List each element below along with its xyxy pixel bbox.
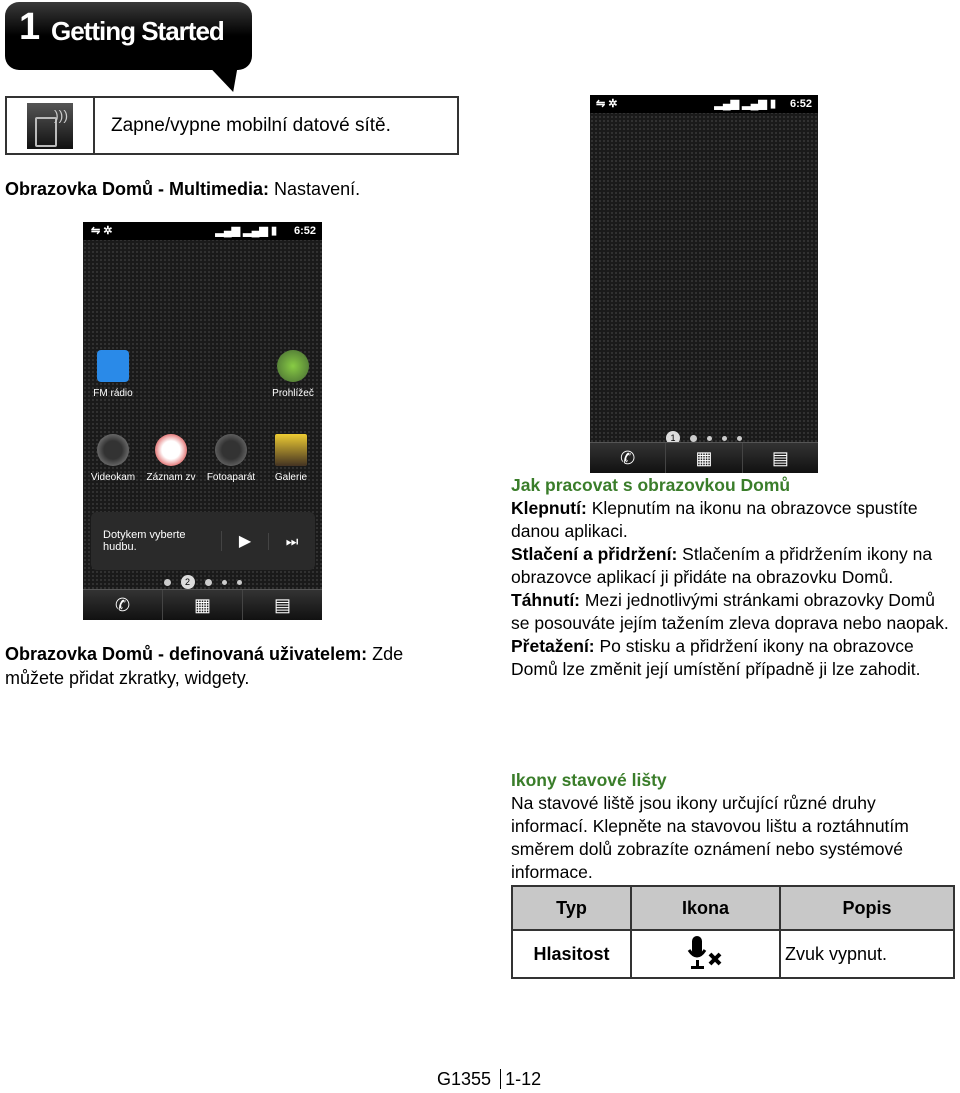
term: Stlačení a přidržení: (511, 544, 678, 564)
apps-grid-icon[interactable]: ▦ (666, 443, 743, 473)
section-heading: Ikony stavové lišty (511, 770, 667, 790)
mic-muted-icon (687, 935, 721, 969)
phone-icon[interactable]: ✆ (83, 590, 163, 620)
app-label: Záznam zv (146, 472, 196, 483)
usage-item: Táhnutí: Mezi jednotlivými stránkami obr… (511, 589, 956, 635)
clock: 6:52 (789, 98, 812, 110)
table-row: Hlasitost Zvuk vypnut. (511, 929, 955, 979)
desc-cell: Zvuk vypnut. (779, 929, 955, 979)
next-icon[interactable]: ⏭ (268, 532, 315, 550)
app-label: Prohlížeč (272, 388, 314, 399)
phone-icon[interactable]: ✆ (590, 443, 667, 473)
dock: ✆ ▦ ▤ (590, 442, 818, 473)
icon-description: Zapne/vypne mobilní datové sítě. (93, 96, 459, 155)
app-label: FM rádio (93, 388, 133, 399)
app-videocam[interactable]: Videokam (83, 434, 143, 483)
page-number: 1-12 (500, 1069, 542, 1089)
music-widget[interactable]: Dotykem vyberte hudbu. ▶ ⏭ (91, 512, 315, 570)
chapter-number: 1 (19, 6, 41, 48)
icon-table: ))) Zapne/vypne mobilní datové sítě. (5, 96, 459, 155)
app-label: Videokam (90, 472, 136, 483)
app-recorder[interactable]: Záznam zv (141, 434, 201, 483)
app-fm-radio[interactable]: FM rádio (83, 350, 143, 399)
home-screen-custom: ⇋ ✲ ▂▄▆ ▂▄▆ ▮ 6:52 1 ✆ ▦ ▤ (590, 95, 818, 473)
model: G1355 (437, 1069, 492, 1089)
usage-item: Stlačení a přidržení: Stlačením a přidrž… (511, 543, 956, 589)
home-usage-section: Jak pracovat s obrazovkou Domů Klepnutí:… (511, 474, 956, 681)
status-bar-section: Ikony stavové lišty Na stavové liště jso… (511, 769, 956, 884)
usage-item: Klepnutí: Klepnutím na ikonu na obrazovc… (511, 497, 956, 543)
desc: Nastavení. (269, 179, 361, 199)
app-label: Galerie (274, 472, 308, 483)
play-icon[interactable]: ▶ (221, 531, 268, 551)
status-icons-table: Typ Ikona Popis Hlasitost Zvuk vypnut. (511, 885, 955, 979)
icon-cell: ))) (5, 96, 95, 155)
banner-tail (197, 60, 239, 92)
chapter-title: Getting Started (51, 16, 225, 46)
status-bar: ⇋ ✲ ▂▄▆ ▂▄▆ ▮ 6:52 (590, 95, 818, 113)
mobile-data-icon: ))) (27, 102, 73, 149)
app-browser[interactable]: Prohlížeč (263, 350, 322, 399)
music-widget-label: Dotykem vyberte hudbu. (103, 529, 186, 553)
type-cell: Hlasitost (511, 929, 632, 979)
home-screen-multimedia: ⇋ ✲ ▂▄▆ ▂▄▆ ▮ 6:52 FM rádio Prohlížeč Vide… (83, 222, 322, 620)
term: Přetažení: (511, 636, 595, 656)
multimedia-paragraph: Obrazovka Domů - Multimedia: Nastavení. (5, 177, 360, 201)
app-camera[interactable]: Fotoaparát (201, 434, 261, 483)
menu-icon[interactable]: ▤ (743, 443, 818, 473)
header-cell: Typ (511, 885, 632, 931)
apps-grid-icon[interactable]: ▦ (163, 590, 243, 620)
section-heading: Jak pracovat s obrazovkou Domů (511, 475, 791, 495)
footer: G1355 1-12 (437, 1069, 542, 1090)
header-cell: Popis (779, 885, 955, 931)
status-bar: ⇋ ✲ ▂▄▆ ▂▄▆ ▮ 6:52 (83, 222, 322, 240)
dock: ✆ ▦ ▤ (83, 589, 322, 620)
page-current: 2 (180, 575, 195, 589)
menu-icon[interactable]: ▤ (243, 590, 322, 620)
page-indicator[interactable]: 2 (83, 575, 322, 589)
term: Obrazovka Domů - definovaná uživatelem: (5, 644, 368, 664)
clock: 6:52 (293, 225, 316, 237)
app-gallery[interactable]: Galerie (261, 434, 321, 483)
app-label: Fotoaparát (206, 472, 256, 483)
usage-item: Přetažení: Po stisku a přidržení ikony n… (511, 635, 956, 681)
term: Klepnutí: (511, 498, 587, 518)
custom-paragraph: Obrazovka Domů - definovaná uživatelem: … (5, 642, 455, 690)
term: Obrazovka Domů - Multimedia: (5, 179, 270, 199)
term: Táhnutí: (511, 590, 581, 610)
header-cell: Ikona (630, 885, 781, 931)
icon-cell (630, 929, 781, 979)
section-text: Na stavové liště jsou ikony určující růz… (511, 793, 909, 882)
